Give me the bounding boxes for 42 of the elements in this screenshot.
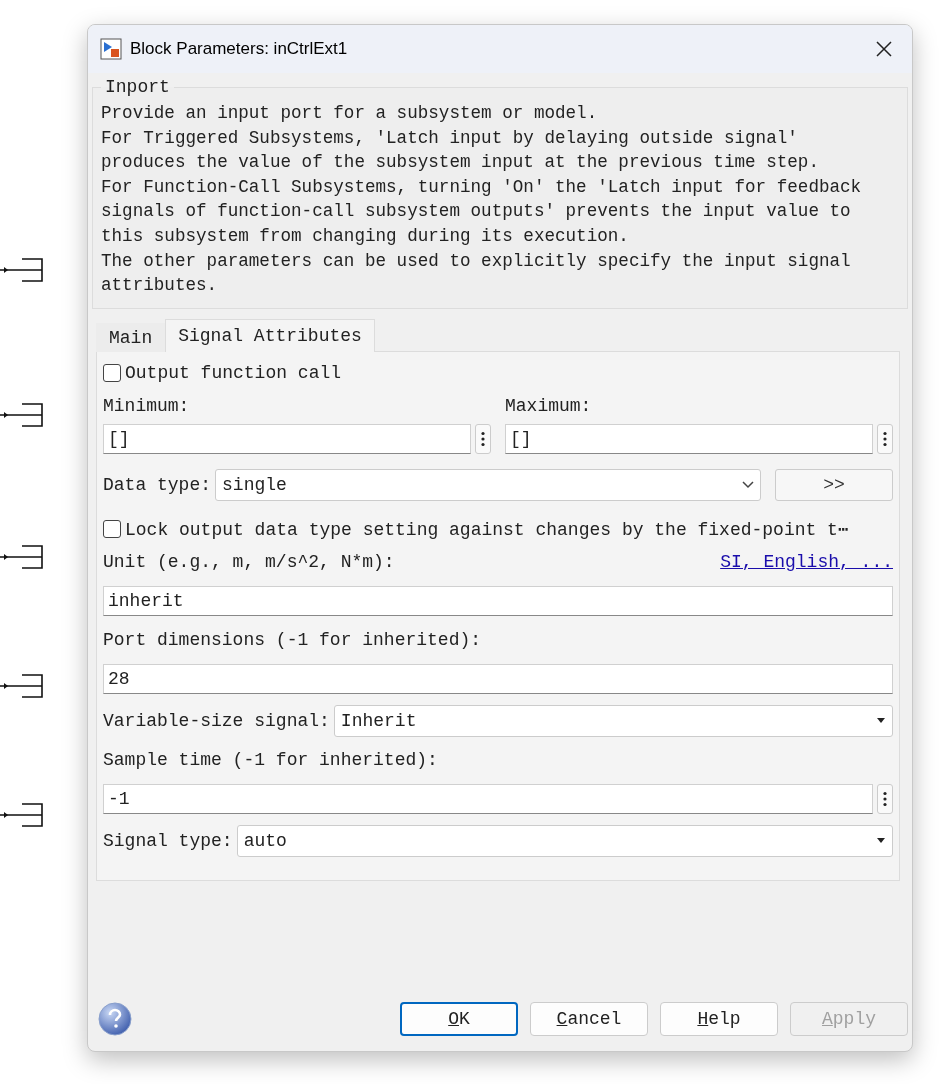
tab[interactable]: Main [96,322,166,352]
field-label: Signal type: [103,830,233,851]
field-label: Minimum: [103,395,190,416]
maximum-field[interactable]: [] [505,423,873,454]
field-label: Unit (e.g., m, m/s^2, N*m): [103,551,395,572]
checkbox-label: Lock output data type setting against changes by the fixed-point t⋯ [125,518,849,540]
unit-field[interactable]: inherit [103,585,893,616]
checkbox[interactable] [103,519,121,538]
close-icon [876,41,892,57]
options-button[interactable] [475,423,491,454]
assistant-button[interactable]: >> [775,468,893,501]
options-button[interactable] [877,423,893,454]
signal-type-dropdown[interactable]: auto [236,824,893,857]
description-text: Provide an input port for a subsystem or model. For Triggered Subsystems, 'Latch input by delaying outside signal' produces the value of the subsystem input at the previous time step. For Function-Call Subsystems, turning 'On' the 'Latch input for feedback signals of function-call subsystem outputs' prevents the input value to this subsystem from changing during its execution. The other parameters can be used to explicitly specify the input signal attributes. [101,102,863,298]
field-label: Data type: [103,474,212,495]
more-options-icon [481,430,485,447]
field-label: Port dimensions (-1 for inherited): [103,629,482,650]
more-options-icon [883,790,887,807]
field-label: Sample time (-1 for inherited): [103,749,438,770]
field-label: Variable-size signal: [103,710,330,731]
minimum-field[interactable]: [] [103,423,471,454]
window-title: Block Parameters: inCtrlExt1 [130,39,349,59]
dialog-button[interactable]: OK [400,1002,518,1036]
more-options-icon [883,430,887,447]
field-label: Maximum: [505,395,592,416]
group-title: Inport [104,77,171,97]
data-type-dropdown[interactable]: single [215,468,761,501]
dialog-button[interactable]: Cancel [530,1002,648,1036]
block-app-icon [100,38,122,60]
dialog-button[interactable]: Help [660,1002,778,1036]
checkbox-label: Output function call [125,362,342,383]
variable-size-dropdown[interactable]: Inherit [333,704,893,737]
dropdown-arrow-icon [876,837,886,844]
dropdown-arrow-icon [876,717,886,724]
options-button[interactable] [877,783,893,814]
chevron-down-icon [742,480,754,489]
sample-time-field[interactable]: -1 [103,783,873,814]
checkbox[interactable] [103,363,121,382]
port-dimensions-field[interactable]: 28 [103,663,893,694]
tab[interactable]: Signal Attributes [165,318,375,352]
help-icon[interactable] [98,1002,132,1036]
unit-system-link[interactable]: SI, English, ... [720,551,893,572]
